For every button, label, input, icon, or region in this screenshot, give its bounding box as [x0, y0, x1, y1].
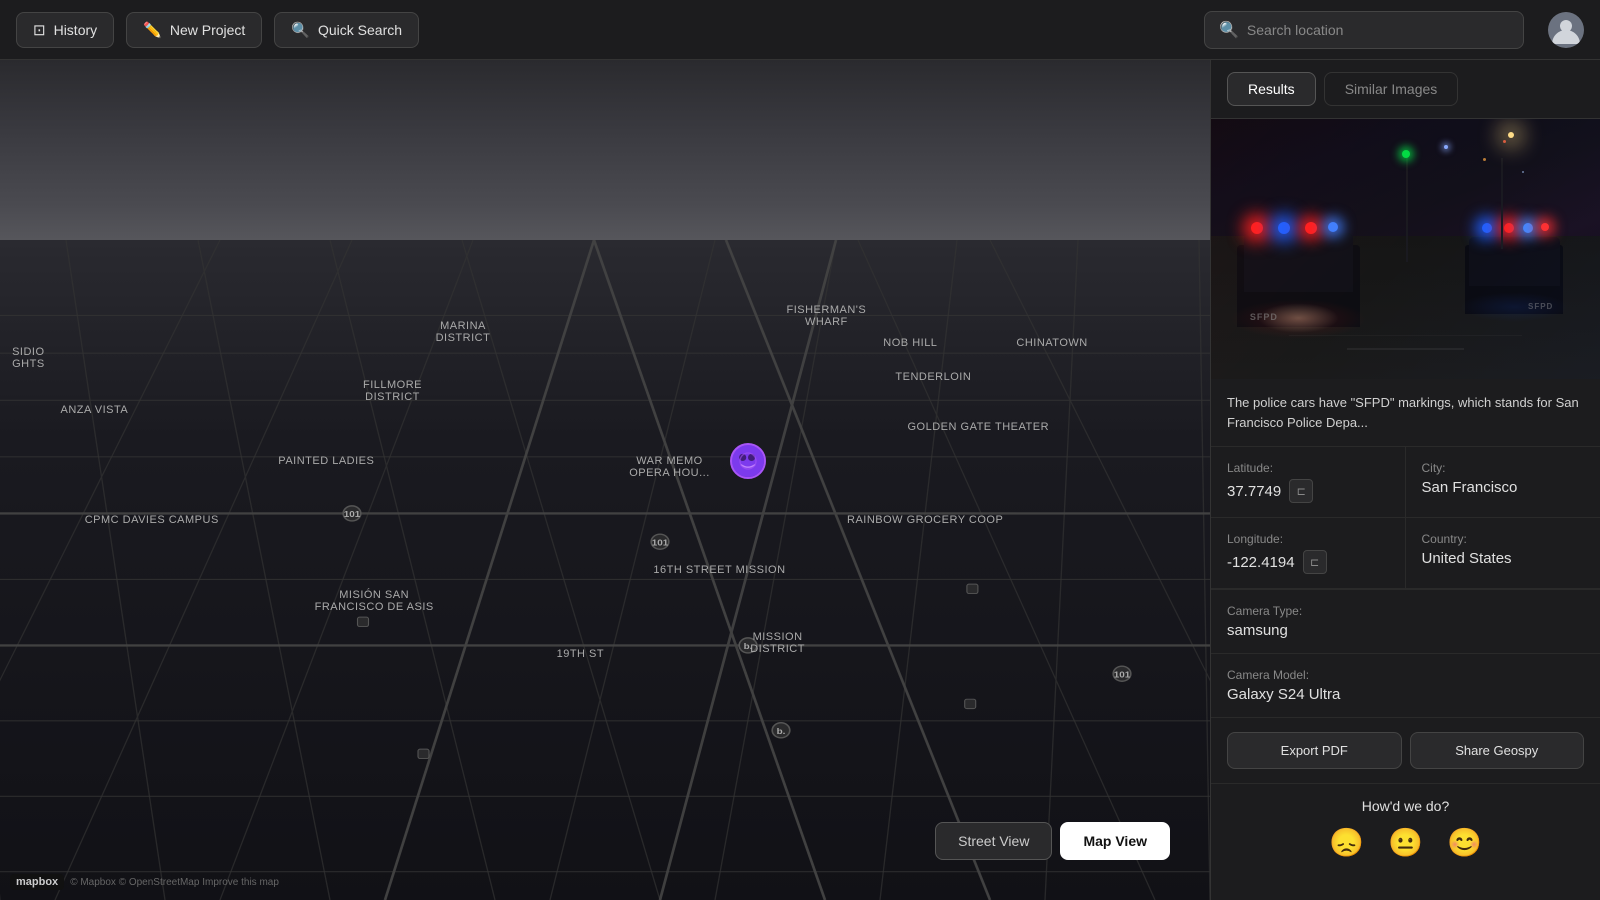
svg-text:101: 101 [652, 538, 669, 547]
copy-longitude-button[interactable]: ⊏ [1303, 550, 1327, 574]
camera-type-value: samsung [1227, 622, 1584, 639]
latitude-label: Latitude: [1227, 461, 1389, 475]
action-buttons: Export PDF Share Geospy [1211, 718, 1600, 784]
city-value: San Francisco [1422, 479, 1585, 496]
longitude-item: Longitude: -122.4194 ⊏ [1211, 518, 1406, 589]
latitude-item: Latitude: 37.7749 ⊏ [1211, 447, 1406, 518]
tab-similar-images[interactable]: Similar Images [1324, 72, 1459, 106]
topbar: ⊡ History ✏️ New Project 🔍 Quick Search … [0, 0, 1600, 60]
search-icon-btn: 🔍 [291, 21, 310, 39]
mapbox-copyright: © Mapbox © OpenStreetMap Improve this ma… [70, 877, 279, 888]
copy-latitude-button[interactable]: ⊏ [1289, 479, 1313, 503]
history-icon: ⊡ [33, 21, 46, 39]
feedback-section: How'd we do? 😞 😐 😊 [1211, 784, 1600, 873]
city-item: City: San Francisco [1406, 447, 1600, 518]
result-description: The police cars have "SFPD" markings, wh… [1211, 379, 1600, 447]
main-content: 101 101 b. b. 101 MARINADISTRICT FISHERM… [0, 60, 1600, 900]
camera-model-label: Camera Model: [1227, 668, 1584, 682]
avatar[interactable] [1548, 12, 1584, 48]
new-project-button[interactable]: ✏️ New Project [126, 12, 262, 48]
svg-text:b.: b. [744, 642, 753, 651]
country-value: United States [1422, 550, 1585, 567]
feedback-neutral[interactable]: 😐 [1388, 826, 1423, 859]
feedback-emojis: 😞 😐 😊 [1227, 826, 1584, 859]
location-pin[interactable] [730, 443, 770, 483]
feedback-sad[interactable]: 😞 [1329, 826, 1364, 859]
map-controls: Street View Map View [935, 822, 1170, 860]
city-label: City: [1422, 461, 1585, 475]
camera-type-label: Camera Type: [1227, 604, 1584, 618]
svg-text:101: 101 [344, 510, 361, 519]
country-item: Country: United States [1406, 518, 1600, 589]
feedback-happy[interactable]: 😊 [1447, 826, 1482, 859]
mapbox-attribution: mapbox © Mapbox © OpenStreetMap Improve … [10, 874, 279, 890]
search-bar-icon: 🔍 [1219, 20, 1239, 40]
new-project-label: New Project [170, 22, 245, 38]
search-bar: 🔍 [1204, 11, 1524, 49]
map-area[interactable]: 101 101 b. b. 101 MARINADISTRICT FISHERM… [0, 60, 1210, 900]
map-svg: 101 101 b. b. 101 [0, 240, 1210, 900]
map-3d: 101 101 b. b. 101 [0, 60, 1210, 900]
latitude-value: 37.7749 [1227, 483, 1281, 500]
svg-text:101: 101 [1114, 670, 1131, 679]
history-button[interactable]: ⊡ History [16, 12, 114, 48]
svg-text:b.: b. [777, 727, 786, 736]
share-geospy-button[interactable]: Share Geospy [1410, 732, 1585, 769]
metadata-grid: Latitude: 37.7749 ⊏ City: San Francisco … [1211, 447, 1600, 590]
feedback-label: How'd we do? [1227, 798, 1584, 814]
search-location-input[interactable] [1247, 22, 1509, 38]
longitude-label: Longitude: [1227, 532, 1389, 546]
description-text: The police cars have "SFPD" markings, wh… [1227, 395, 1579, 430]
camera-type-section: Camera Type: samsung [1211, 590, 1600, 654]
map-view-button[interactable]: Map View [1060, 822, 1170, 860]
quick-search-label: Quick Search [318, 22, 402, 38]
pencil-icon: ✏️ [143, 21, 162, 39]
history-label: History [54, 22, 98, 38]
street-view-button[interactable]: Street View [935, 822, 1052, 860]
right-panel: Results Similar Images [1210, 60, 1600, 900]
camera-model-section: Camera Model: Galaxy S24 Ultra [1211, 654, 1600, 718]
longitude-value: -122.4194 [1227, 554, 1295, 571]
location-pin-inner [730, 443, 766, 479]
panel-tabs: Results Similar Images [1211, 60, 1600, 119]
mapbox-logo: mapbox [10, 874, 64, 890]
country-label: Country: [1422, 532, 1585, 546]
tab-results[interactable]: Results [1227, 72, 1316, 106]
camera-model-value: Galaxy S24 Ultra [1227, 686, 1584, 703]
export-pdf-button[interactable]: Export PDF [1227, 732, 1402, 769]
result-image: SFPD SFPD [1211, 119, 1600, 379]
quick-search-button[interactable]: 🔍 Quick Search [274, 12, 419, 48]
